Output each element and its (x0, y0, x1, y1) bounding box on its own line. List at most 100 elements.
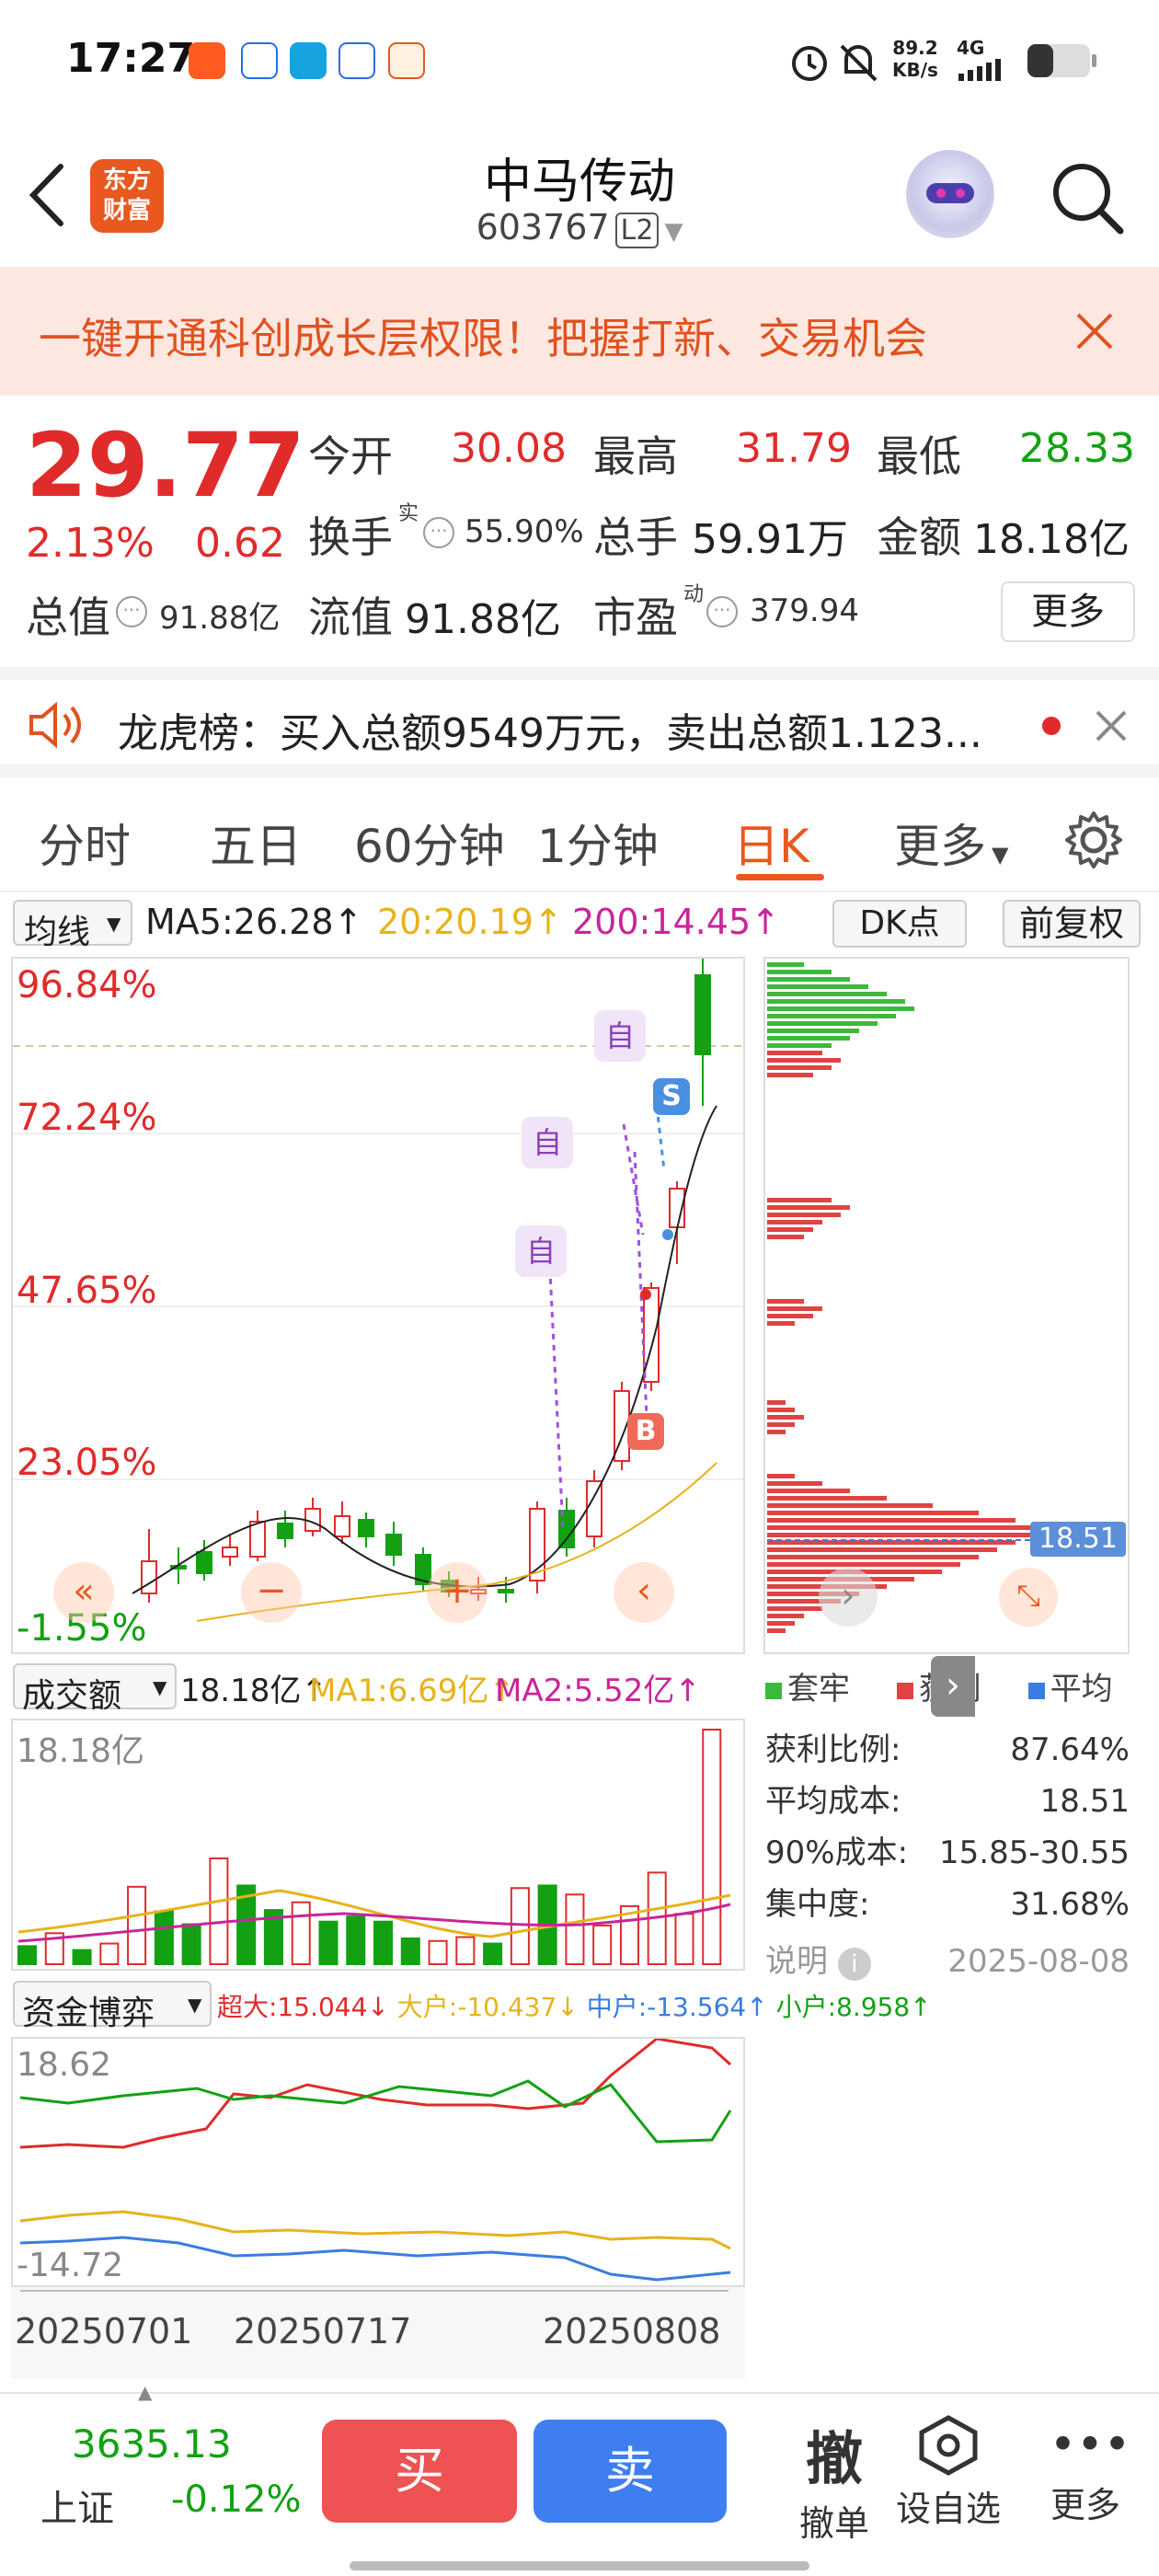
volume-total: 18.18亿↑ (180, 1673, 327, 1709)
kline-chart[interactable]: 96.84% 72.24% 47.65% 23.05% -1.55% 自 自 自… (11, 957, 745, 1654)
more-button[interactable]: 更多 (1001, 581, 1135, 642)
signal-link-line (546, 1234, 565, 1530)
close-icon[interactable] (1074, 311, 1115, 351)
speaker-icon (29, 701, 81, 749)
buy-point-marker[interactable]: B (627, 1413, 664, 1450)
tab-intraday[interactable]: 分时 (39, 810, 131, 876)
tab-1min[interactable]: 1分钟 (537, 810, 659, 876)
add-watchlist-button[interactable]: 设自选 (889, 2412, 1008, 2531)
buy-button[interactable]: 买 (322, 2420, 517, 2523)
volume-bar (17, 1945, 38, 1965)
info-dots-icon[interactable]: ··· (423, 517, 454, 548)
more-menu-button[interactable]: ••• 更多 (1030, 2412, 1150, 2527)
chip-bar-profit (767, 1065, 832, 1070)
signal-link-line (655, 1105, 666, 1171)
volume-bar (99, 1942, 120, 1965)
robot-avatar-icon[interactable] (906, 150, 994, 238)
volume-bar (209, 1857, 229, 1966)
sell-point-marker[interactable]: S (653, 1078, 690, 1115)
dragon-tiger-list-bar[interactable]: 龙虎榜：买入总额9549万元，卖出总额1.123... (0, 667, 1159, 777)
pe-value: 379.94 (750, 592, 859, 629)
sell-button[interactable]: 卖 (534, 2420, 727, 2523)
promo-banner[interactable]: 一键开通科创成长层权限！把握打新、交易机会 (0, 267, 1159, 396)
quote-panel: 29.77 2.13% 0.62 今开 30.08 最高 31.79 最低 28… (0, 396, 1159, 667)
chip-bar-trapped (767, 1036, 850, 1041)
tab-60min[interactable]: 60分钟 (354, 810, 505, 876)
fund-y-bottom: -14.72 (17, 2247, 124, 2284)
chevron-up-icon[interactable]: ▲ (138, 2381, 152, 2403)
volume-bar (373, 1920, 394, 1966)
double-chevron-left-icon[interactable]: « (53, 1562, 114, 1623)
pe-label: 市盈 (593, 592, 678, 642)
change-value: 0.62 (195, 520, 285, 567)
candle-body (222, 1547, 238, 1558)
chip-bar-trapped (767, 1043, 832, 1048)
fund-flow-chart[interactable]: 18.62 -14.72 (11, 2037, 745, 2287)
avg-cost-label: 18.51 (1030, 1522, 1126, 1557)
chip-bar-profit (767, 1299, 804, 1304)
dk-point-button[interactable]: DK点 (832, 900, 967, 948)
volume-bar (592, 1924, 613, 1965)
legend-average: 平均 (1050, 1671, 1113, 1708)
status-time: 17:27 (66, 35, 196, 82)
self-select-marker[interactable]: 自 (515, 1225, 567, 1277)
turnover-value: 55.90% (465, 513, 584, 550)
chip-bar-profit (767, 1621, 795, 1626)
info-dots-icon[interactable]: ··· (706, 596, 738, 627)
chip-bar-profit (767, 1628, 786, 1633)
candle-body (586, 1480, 602, 1537)
chip-distribution-chart[interactable]: 18.51 › ⤡ (763, 957, 1130, 1654)
chip-bar-profit (767, 1220, 822, 1225)
chip-bar-profit (767, 1415, 804, 1420)
volume-indicator-selector[interactable]: 成交额 ▼ (13, 1663, 177, 1715)
pe-sup: 动 (683, 583, 705, 606)
app-icon-5 (388, 42, 425, 79)
index-value[interactable]: 3635.13 (72, 2421, 232, 2467)
collapse-panel-icon[interactable]: › (931, 1656, 975, 1717)
chip-bar-profit (767, 1481, 822, 1486)
chip-bar-profit (767, 1408, 795, 1412)
chip-bar-profit (767, 1051, 822, 1055)
close-icon[interactable] (1095, 709, 1128, 742)
index-name[interactable]: 上证 (40, 2478, 114, 2532)
candle-body (498, 1589, 514, 1593)
volume-ma2: MA2:5.52亿↑ (495, 1673, 701, 1709)
zoom-out-icon[interactable]: − (241, 1562, 302, 1623)
tab-more[interactable]: 更多 ▼ (894, 810, 1008, 876)
current-price: 29.77 (26, 414, 305, 517)
info-dots-icon[interactable]: ··· (116, 596, 147, 627)
self-select-marker[interactable]: 自 (594, 1010, 646, 1062)
settings-gear-icon[interactable] (1063, 810, 1124, 870)
stock-code: 603767 (476, 207, 610, 247)
more-dots-icon: ••• (1049, 2418, 1131, 2471)
expand-icon[interactable]: ⤡ (999, 1568, 1058, 1627)
volume-bar (400, 1937, 420, 1965)
chip-bar-profit (767, 1430, 786, 1434)
price-adjust-button[interactable]: 前复权 (1003, 900, 1141, 948)
battery-icon (1027, 44, 1096, 77)
tab-five-day[interactable]: 五日 (210, 810, 302, 876)
low-label: 最低 (877, 431, 961, 481)
watchlist-hexagon-icon (919, 2415, 978, 2476)
volume-bar (181, 1923, 201, 1966)
chip-bar-profit (767, 1422, 795, 1427)
volume-chart[interactable]: 18.18亿 (11, 1719, 745, 1971)
chip-bar-profit (767, 1511, 979, 1515)
zoom-in-icon[interactable]: + (427, 1562, 488, 1623)
fund-small: 小户:8.958↑ (775, 1992, 932, 2022)
chip-bar-profit (767, 1321, 795, 1326)
tab-daily-k[interactable]: 日K (733, 810, 809, 876)
fund-indicator-selector[interactable]: 资金博弈 ▼ (13, 1981, 212, 2032)
note-link[interactable]: 说明 i (765, 1936, 871, 1987)
self-select-marker[interactable]: 自 (522, 1117, 573, 1168)
legend-trapped: 套牢 (787, 1671, 850, 1708)
fund-large-line (19, 2210, 731, 2250)
chevron-left-icon[interactable]: ‹ (614, 1562, 674, 1623)
float-value: 91.88亿 (405, 596, 561, 643)
alarm-icon (792, 46, 827, 81)
search-icon[interactable] (1049, 159, 1126, 236)
cancel-order-button[interactable]: 撤 撤单 (775, 2412, 894, 2546)
chevron-right-icon[interactable]: › (819, 1568, 878, 1627)
chip-bar-trapped (767, 984, 868, 989)
ma-selector[interactable]: 均线 ▼ (13, 900, 132, 951)
